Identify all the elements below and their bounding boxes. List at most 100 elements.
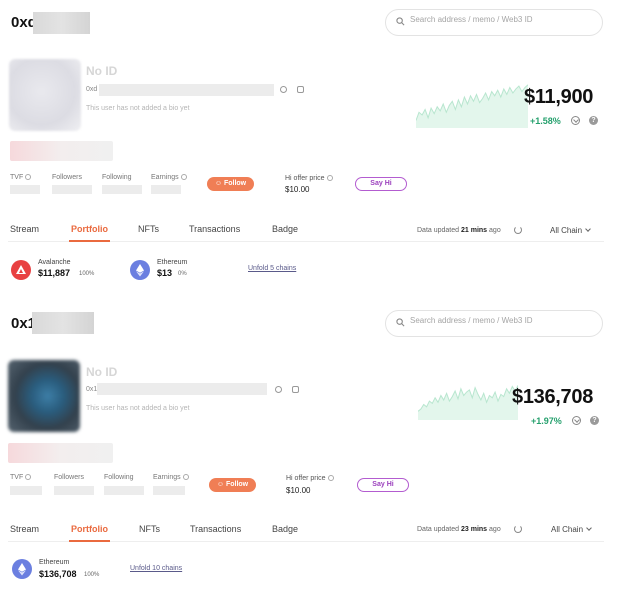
chevron-down-icon — [585, 226, 591, 232]
copy-icon[interactable] — [275, 386, 282, 393]
chevron-down-icon[interactable] — [572, 416, 581, 425]
tab-stream[interactable]: Stream — [10, 524, 39, 534]
tag-redaction — [8, 443, 113, 463]
profile-panel-2: 0x1 No ID 0x1 This user has not added a … — [0, 300, 624, 591]
say-hi-button[interactable]: Say Hi — [357, 478, 409, 492]
net-worth-change: +1.58% — [530, 116, 561, 126]
tab-stream[interactable]: Stream — [10, 224, 39, 234]
tab-transactions[interactable]: Transactions — [189, 224, 240, 234]
earnings-label: Earnings — [151, 174, 187, 181]
following-label: Following — [104, 474, 134, 481]
tab-nfts[interactable]: NFTs — [139, 524, 160, 534]
earnings-redaction — [151, 185, 181, 194]
tab-portfolio[interactable]: Portfolio — [71, 224, 108, 234]
say-hi-button[interactable]: Say Hi — [355, 177, 407, 191]
follow-button[interactable]: ☺ Follow — [209, 478, 256, 492]
chevron-down-icon[interactable] — [571, 116, 580, 125]
offer-price-label: Hi offer price — [285, 175, 333, 182]
help-icon[interactable] — [326, 175, 333, 182]
chain-name: Avalanche — [38, 259, 71, 266]
search-box[interactable] — [385, 9, 603, 36]
tvf-redaction — [10, 486, 42, 495]
help-icon[interactable] — [25, 174, 32, 181]
tab-badge[interactable]: Badge — [272, 524, 298, 534]
chain-percent: 100% — [84, 572, 100, 578]
chain-select[interactable]: All Chain — [551, 525, 592, 534]
help-icon[interactable]: ? — [590, 416, 599, 425]
followers-label: Followers — [54, 474, 84, 481]
short-address: 0x1 — [86, 386, 98, 393]
offer-price-label: Hi offer price — [286, 475, 334, 482]
chain-select[interactable]: All Chain — [550, 226, 591, 235]
followers-label: Followers — [52, 174, 82, 181]
tab-badge[interactable]: Badge — [272, 224, 298, 234]
tab-portfolio[interactable]: Portfolio — [71, 524, 108, 534]
ethereum-icon — [130, 260, 150, 280]
net-worth-change: +1.97% — [531, 416, 562, 426]
profile-panel-1: 0xd No ID 0xd This user has not added a … — [0, 0, 624, 300]
avalanche-icon — [11, 260, 31, 280]
sparkline-area — [416, 84, 528, 128]
chain-name: Ethereum — [39, 559, 70, 566]
no-id-label: No ID — [86, 64, 118, 78]
tvf-label: TVF — [10, 474, 32, 481]
following-label: Following — [102, 174, 132, 181]
chain-value: $136,708 — [39, 569, 77, 579]
address-redaction — [99, 84, 274, 96]
unfold-chains-link[interactable]: Unfold 5 chains — [248, 265, 296, 272]
help-icon[interactable]: ? — [589, 116, 598, 125]
ethereum-icon — [12, 559, 32, 579]
qr-code-icon[interactable] — [292, 386, 299, 393]
help-icon[interactable] — [180, 174, 187, 181]
address-redaction — [32, 312, 94, 334]
help-icon[interactable] — [327, 475, 334, 482]
no-id-label: No ID — [86, 365, 118, 379]
data-updated-text: Data updated 23 mins ago — [417, 526, 501, 533]
active-tab-indicator — [69, 540, 110, 542]
chain-percent: 0% — [178, 271, 187, 277]
search-icon — [396, 318, 405, 327]
offer-price-value: $10.00 — [285, 185, 310, 194]
chain-value: $13 — [157, 268, 173, 278]
follow-button[interactable]: ☺ Follow — [207, 177, 254, 191]
net-worth-sparkline — [418, 385, 518, 420]
search-input[interactable] — [410, 316, 595, 325]
following-redaction — [104, 486, 144, 495]
following-redaction — [102, 185, 142, 194]
net-worth-value: $11,900 — [524, 86, 594, 108]
avatar — [8, 360, 80, 432]
short-address: 0xd — [86, 86, 98, 93]
search-input[interactable] — [410, 15, 595, 24]
refresh-icon[interactable] — [514, 226, 522, 234]
followers-redaction — [54, 486, 94, 495]
avatar — [9, 59, 81, 131]
followers-redaction — [52, 185, 92, 194]
earnings-label: Earnings — [153, 474, 189, 481]
active-tab-indicator — [69, 240, 110, 242]
net-worth-value: $136,708 — [512, 386, 594, 408]
chevron-down-icon — [586, 525, 592, 531]
tab-transactions[interactable]: Transactions — [190, 524, 241, 534]
qr-code-icon[interactable] — [297, 86, 304, 93]
tab-nfts[interactable]: NFTs — [138, 224, 159, 234]
data-updated-text: Data updated 21 mins ago — [417, 227, 501, 234]
help-icon[interactable] — [25, 474, 32, 481]
bio-text: This user has not added a bio yet — [86, 405, 190, 412]
copy-icon[interactable] — [280, 86, 287, 93]
help-icon[interactable] — [182, 474, 189, 481]
chain-name: Ethereum — [157, 259, 188, 266]
tvf-redaction — [10, 185, 40, 194]
bio-text: This user has not added a bio yet — [86, 105, 190, 112]
search-icon — [396, 17, 405, 26]
address-redaction — [97, 383, 267, 395]
search-box[interactable] — [385, 310, 603, 337]
chain-percent: 100% — [79, 271, 95, 277]
earnings-redaction — [153, 486, 185, 495]
refresh-icon[interactable] — [514, 525, 522, 533]
unfold-chains-link[interactable]: Unfold 10 chains — [130, 565, 182, 572]
tag-redaction — [10, 141, 113, 161]
address-redaction — [33, 12, 90, 34]
tvf-label: TVF — [10, 174, 32, 181]
chain-value: $11,887 — [38, 268, 71, 278]
net-worth-sparkline — [416, 84, 528, 128]
